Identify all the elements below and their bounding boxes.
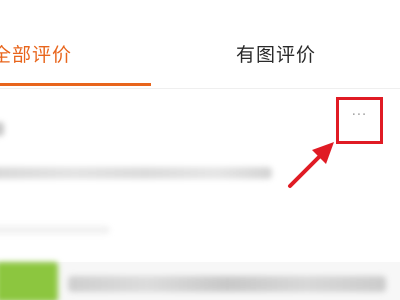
- reviewer-avatar: [0, 122, 4, 136]
- more-icon: ···: [351, 108, 368, 123]
- product-title: [68, 276, 386, 292]
- review-text-secondary: [0, 226, 110, 234]
- more-options-button[interactable]: ···: [336, 97, 383, 144]
- tab-all-reviews[interactable]: 全部评价: [0, 40, 72, 67]
- review-text: [0, 167, 272, 179]
- reviews-page: 全部评价 有图评价 ···: [0, 0, 400, 300]
- review-tabs: 全部评价 有图评价: [0, 0, 400, 89]
- red-arrow-icon: [288, 142, 334, 188]
- tab-photo-reviews[interactable]: 有图评价: [236, 40, 316, 67]
- product-thumbnail: [0, 262, 58, 300]
- active-tab-indicator: [0, 83, 151, 86]
